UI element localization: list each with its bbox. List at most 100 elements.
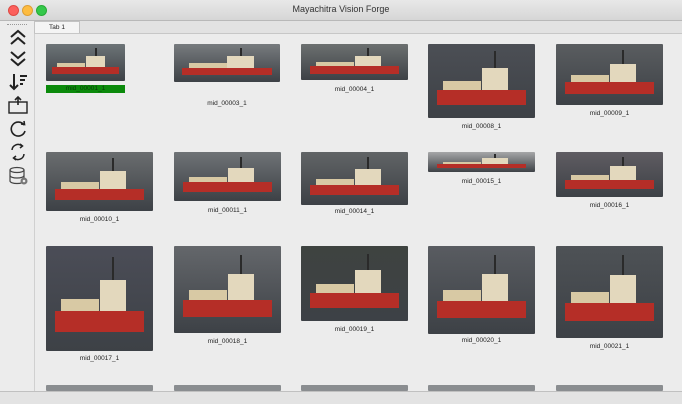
ship-superstructure [354, 168, 382, 185]
ship-hull [182, 182, 273, 193]
double-chevron-up-icon [10, 29, 26, 45]
tab-bar: Tab 1 [34, 21, 682, 34]
thumbnail-image[interactable] [301, 44, 408, 80]
image-gallery[interactable]: mid_00001_1 mid_00003_1 mid_00004_1 mid_000… [35, 34, 682, 391]
ship-hull [309, 292, 400, 308]
ship-superstructure [609, 63, 637, 82]
thumbnail-image[interactable] [46, 246, 153, 351]
ship-deck [570, 74, 610, 82]
ship-deck [442, 162, 482, 165]
ship-deck [188, 176, 228, 183]
thumbnail-image[interactable] [556, 44, 663, 105]
ship-deck [60, 181, 100, 189]
thumbnail-label: mid_00015_1 [461, 178, 502, 185]
ship-deck [442, 290, 482, 301]
ship-hull [309, 184, 400, 196]
ship-deck [315, 283, 355, 293]
ship-mast [494, 154, 497, 159]
ship-deck [442, 81, 482, 90]
ship-superstructure [609, 275, 637, 304]
ship-hull [309, 66, 400, 74]
ship-mast [367, 47, 370, 56]
ship-mast [367, 253, 370, 270]
thumbnail-image[interactable] [174, 44, 280, 82]
ship-superstructure [354, 270, 382, 293]
ship-deck [188, 289, 228, 300]
ship-deck [570, 292, 610, 304]
ship-superstructure [354, 55, 382, 67]
thumbnail-image[interactable] [556, 152, 663, 197]
ship-mast [94, 47, 97, 56]
ship-superstructure [609, 166, 637, 180]
thumbnail-image[interactable] [46, 152, 153, 211]
double-chevron-down-icon [10, 51, 26, 67]
ship-deck [60, 298, 100, 312]
refresh-icon [10, 120, 26, 137]
ship-superstructure [481, 274, 509, 301]
export-folder-icon [8, 95, 28, 114]
database-button[interactable] [7, 166, 29, 186]
ship-hull [436, 300, 527, 319]
thumbnail-label: mid_00003_1 [207, 100, 247, 107]
ship-hull [564, 303, 655, 322]
title-bar[interactable]: Mayachitra Vision Forge [0, 0, 682, 21]
thumbnail-label: mid_00004_1 [334, 86, 375, 93]
thumbnail-image[interactable] [301, 152, 408, 205]
scroll-top-button[interactable] [7, 27, 29, 47]
window-title: Mayachitra Vision Forge [292, 4, 390, 14]
thumbnail-image[interactable] [428, 246, 535, 334]
thumbnail-image[interactable] [301, 246, 408, 321]
thumbnail-image[interactable] [174, 246, 281, 333]
ship-mast [622, 156, 625, 167]
ship-mast [622, 255, 625, 276]
thumbnail-label: mid_00021_1 [589, 343, 630, 350]
refresh-button[interactable] [7, 119, 29, 139]
left-toolbar [0, 21, 35, 391]
sync-button[interactable] [7, 142, 29, 162]
thumbnail-label: mid_00018_1 [207, 338, 248, 345]
thumbnail-label: mid_00019_1 [334, 326, 375, 333]
ship-mast [622, 50, 625, 64]
ship-hull [54, 311, 145, 333]
thumbnail-image[interactable] [428, 44, 535, 118]
tab-1[interactable]: Tab 1 [34, 21, 80, 33]
thumbnail-label: mid_00011_1 [208, 207, 247, 214]
ship-deck [315, 178, 355, 185]
ship-mast [367, 157, 370, 169]
sort-descending-icon [9, 74, 27, 91]
scroll-bottom-button[interactable] [7, 49, 29, 69]
ship-mast [112, 256, 115, 280]
ship-mast [240, 156, 243, 168]
ship-deck [315, 62, 355, 67]
ship-hull [564, 179, 655, 189]
sort-button[interactable] [7, 72, 29, 92]
ship-superstructure [481, 158, 509, 165]
export-button[interactable] [7, 95, 29, 115]
ship-hull [436, 89, 527, 105]
ship-deck [57, 62, 86, 67]
ship-hull [54, 188, 145, 201]
thumbnail-label: mid_00016_1 [589, 202, 630, 209]
ship-superstructure [99, 279, 127, 312]
ship-deck [570, 174, 610, 180]
thumbnail-label: mid_00001_1 [46, 85, 125, 93]
ship-hull [182, 67, 272, 76]
thumbnail-label: mid_00009_1 [589, 110, 630, 117]
ship-superstructure [227, 167, 255, 183]
thumbnail-image[interactable] [46, 44, 125, 81]
thumbnail-label: mid_00008_1 [461, 123, 502, 130]
ship-deck [188, 63, 227, 68]
thumbnail-image[interactable] [174, 152, 281, 201]
thumbnail-image[interactable] [556, 246, 663, 338]
ship-mast [239, 47, 242, 57]
ship-superstructure [227, 56, 254, 68]
thumbnail-image[interactable] [428, 152, 535, 172]
ship-superstructure [85, 55, 106, 67]
thumbnail-label: mid_00014_1 [334, 208, 375, 215]
ship-hull [564, 81, 655, 94]
ship-superstructure [481, 67, 509, 90]
ship-mast [494, 51, 497, 68]
thumbnail-label: mid_00020_1 [461, 337, 502, 344]
app-window: Mayachitra Vision Forge Tab 1 mid_00001_… [0, 0, 682, 404]
ship-hull [436, 164, 527, 169]
